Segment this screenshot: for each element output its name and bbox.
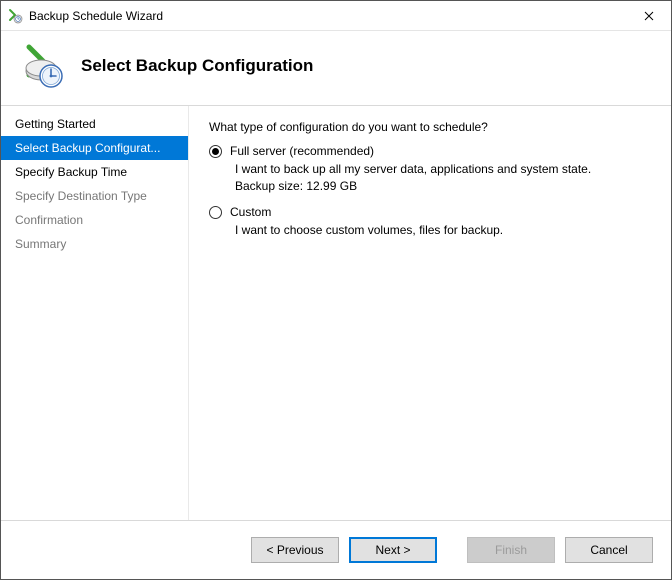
finish-button: Finish: [467, 537, 555, 563]
step-confirmation[interactable]: Confirmation: [1, 208, 188, 232]
app-icon: [7, 8, 23, 24]
previous-button[interactable]: < Previous: [251, 537, 339, 563]
option-custom-desc: I want to choose custom volumes, files f…: [235, 223, 651, 237]
steps-sidebar: Getting Started Select Backup Configurat…: [1, 106, 189, 520]
step-getting-started[interactable]: Getting Started: [1, 112, 188, 136]
option-custom: Custom I want to choose custom volumes, …: [209, 205, 651, 237]
next-button[interactable]: Next >: [349, 537, 437, 563]
titlebar: Backup Schedule Wizard: [1, 1, 671, 31]
option-full-server-desc: I want to back up all my server data, ap…: [235, 162, 651, 176]
config-prompt: What type of configuration do you want t…: [209, 120, 651, 134]
wizard-window: Backup Schedule Wizard Select Backup Con…: [0, 0, 672, 580]
step-select-backup-configuration[interactable]: Select Backup Configurat...: [1, 136, 188, 160]
option-full-server-size: Backup size: 12.99 GB: [235, 179, 651, 193]
step-specify-backup-time[interactable]: Specify Backup Time: [1, 160, 188, 184]
step-summary[interactable]: Summary: [1, 232, 188, 256]
wizard-body: Getting Started Select Backup Configurat…: [1, 106, 671, 520]
option-full-server: Full server (recommended) I want to back…: [209, 144, 651, 193]
option-full-server-label[interactable]: Full server (recommended): [230, 144, 374, 158]
step-specify-destination-type[interactable]: Specify Destination Type: [1, 184, 188, 208]
wizard-footer: < Previous Next > Finish Cancel: [1, 520, 671, 579]
wizard-header: Select Backup Configuration: [1, 31, 671, 106]
backup-clock-icon: [19, 43, 65, 89]
content-pane: What type of configuration do you want t…: [189, 106, 671, 520]
close-button[interactable]: [626, 1, 671, 30]
radio-custom[interactable]: [209, 206, 222, 219]
page-title: Select Backup Configuration: [81, 56, 313, 76]
window-title: Backup Schedule Wizard: [29, 9, 626, 23]
cancel-button[interactable]: Cancel: [565, 537, 653, 563]
option-custom-label[interactable]: Custom: [230, 205, 271, 219]
radio-full-server[interactable]: [209, 145, 222, 158]
